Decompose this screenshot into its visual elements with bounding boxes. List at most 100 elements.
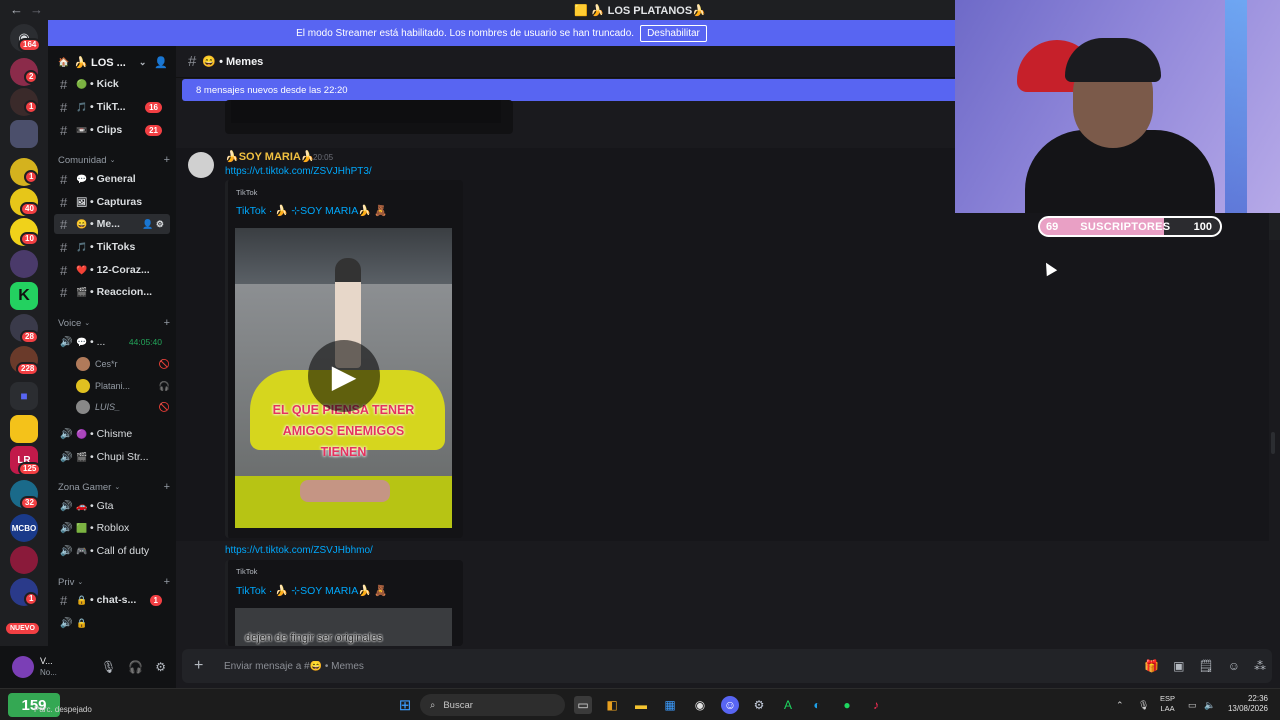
edge-icon[interactable]: ◐: [808, 696, 826, 714]
add-channel-icon[interactable]: +: [164, 317, 170, 329]
app-icon[interactable]: A: [779, 696, 797, 714]
server-icon[interactable]: [10, 546, 38, 574]
message-link[interactable]: https://vt.tiktok.com/ZSVJHbhmo/: [225, 545, 373, 556]
voice-user-name: Ces*r: [95, 359, 118, 369]
sticker-icon[interactable]: 🗒: [1199, 659, 1214, 673]
new-badge[interactable]: NUEVO: [6, 623, 39, 634]
voice-user[interactable]: LUIS_ 🚫: [76, 398, 170, 416]
gif-icon[interactable]: ▣: [1173, 659, 1184, 673]
voice-channel-cod[interactable]: 🔊 🎮 • Call of duty: [54, 541, 170, 561]
apps-icon[interactable]: ⁂: [1254, 659, 1266, 673]
category-priv[interactable]: Priv ⌄ +: [58, 576, 170, 588]
channel-label: • 12-Coraz...: [90, 264, 150, 276]
gear-icon[interactable]: ⚙: [155, 660, 166, 674]
microphone-icon[interactable]: 🎙: [101, 660, 116, 674]
file-explorer-icon[interactable]: ▬: [632, 696, 650, 714]
category-zona-gamer[interactable]: Zona Gamer ⌄ +: [58, 481, 170, 493]
emoji-icon[interactable]: ☺: [1228, 659, 1240, 673]
volume-icon[interactable]: 🔈: [1204, 700, 1215, 711]
message-author[interactable]: 🍌SOY MARIA🍌: [225, 150, 315, 163]
channel-corazones[interactable]: # ❤️ • 12-Coraz...: [54, 260, 170, 280]
add-channel-icon[interactable]: +: [164, 154, 170, 166]
hash-icon: #: [60, 122, 68, 138]
back-arrow-icon[interactable]: ←: [10, 2, 23, 17]
user-info[interactable]: V... No...: [40, 656, 57, 678]
hash-icon: #: [60, 76, 68, 92]
disable-streamer-button[interactable]: Deshabilitar: [640, 24, 707, 42]
sub-label: SUSCRIPTORES: [1080, 220, 1171, 233]
taskbar-search[interactable]: ⌕ Buscar: [420, 694, 565, 716]
headphones-icon[interactable]: 🎧: [128, 660, 143, 674]
discord-icon[interactable]: ☺: [721, 696, 739, 714]
channel-general[interactable]: # 💬 • General: [54, 169, 170, 189]
channel-capturas[interactable]: # 🖼 • Capturas: [54, 192, 170, 212]
widgets-icon[interactable]: ◧: [603, 696, 621, 714]
voice-channel-priv[interactable]: 🔊 🔒: [54, 613, 170, 633]
tiktok-icon[interactable]: ♪: [867, 696, 885, 714]
category-comunidad[interactable]: Comunidad ⌄ +: [58, 154, 170, 166]
new-messages-bar[interactable]: 8 mensajes nuevos desde las 22:20: [182, 79, 955, 101]
microphone-icon[interactable]: 🎙: [1138, 700, 1149, 711]
avatar[interactable]: [188, 152, 214, 178]
embed-title[interactable]: TikTok · 🍌 ⊹SOY MARIA🍌 🧸: [236, 204, 387, 217]
language-indicator[interactable]: ESP LAA: [1160, 694, 1175, 714]
embed-video[interactable]: dejen de fingir ser originales: [235, 608, 452, 646]
channel-settings-icon[interactable]: 👤 ⚙: [142, 219, 164, 230]
avatar[interactable]: [12, 656, 34, 678]
windows-start-icon[interactable]: ⊞: [396, 696, 414, 714]
server-icon[interactable]: [10, 250, 38, 278]
voice-channel-chupi[interactable]: 🔊 🎬 • Chupi Str...: [54, 447, 170, 467]
server-icon[interactable]: MCBO: [10, 514, 38, 542]
server-icon[interactable]: [10, 120, 38, 148]
forward-arrow-icon[interactable]: →: [30, 2, 43, 17]
category-voice[interactable]: Voice ⌄ +: [58, 317, 170, 329]
gift-icon[interactable]: 🎁: [1144, 659, 1159, 673]
muted-icon: 🚫: [158, 358, 170, 369]
clock-date: 13/08/2026: [1227, 704, 1268, 713]
channel-label: • Roblox: [90, 522, 130, 534]
embed-video[interactable]: EL QUE PIENSA TENER AMIGOS ENEMIGOS TIEN…: [235, 228, 452, 528]
task-view-icon[interactable]: ▭: [574, 696, 592, 714]
steam-icon[interactable]: ⚙: [750, 696, 768, 714]
voice-channel-gta[interactable]: 🔊 🚗 • Gta: [54, 496, 170, 516]
voice-user[interactable]: Ces*r 🚫: [76, 355, 170, 373]
channel-tiktoks[interactable]: # 🎵 • TikToks: [54, 237, 170, 257]
kick-server-icon[interactable]: K: [10, 282, 38, 310]
scrollbar-thumb[interactable]: [1271, 432, 1275, 454]
play-icon[interactable]: ▶: [308, 340, 380, 412]
channel-label: • Chisme: [90, 428, 133, 440]
channel-kick[interactable]: # 🟢 • Kick: [54, 74, 170, 94]
voice-channel-roblox[interactable]: 🔊 🟩 • Roblox: [54, 518, 170, 538]
voice-channel-active[interactable]: 🔊 💬 • ... 44:05:40: [54, 332, 170, 352]
voice-user[interactable]: Platani... 🎧: [76, 377, 170, 395]
message-input[interactable]: [224, 660, 924, 672]
monitor-icon[interactable]: ▭: [1188, 700, 1197, 711]
weather-text: Parc. despejado: [34, 705, 92, 714]
channel-chat-s[interactable]: # 🔒 • chat-s... 1: [54, 590, 170, 610]
channel-label: • Capturas: [90, 196, 143, 208]
muted-icon: 🚫: [158, 401, 170, 412]
channel-reacciones[interactable]: # 🎬 • Reaccion...: [54, 282, 170, 302]
window-title: 🟨 🍌 LOS PLATANOS🍌: [574, 4, 706, 17]
channel-label: • TikT...: [90, 101, 126, 113]
store-icon[interactable]: ▦: [661, 696, 679, 714]
add-channel-icon[interactable]: +: [164, 481, 170, 493]
voice-channel-chisme[interactable]: 🔊 🟣 • Chisme: [54, 424, 170, 444]
clock[interactable]: 22:36 13/08/2026: [1222, 694, 1268, 714]
message-link[interactable]: https://vt.tiktok.com/ZSVJHhPT3/: [225, 166, 372, 177]
channel-memes[interactable]: # 😄 • Me... 👤 ⚙: [54, 214, 170, 234]
channel-clips[interactable]: # 📼 • Clips 21: [54, 120, 170, 140]
server-icon[interactable]: [10, 415, 38, 443]
add-member-icon[interactable]: 👤: [154, 56, 168, 69]
chrome-icon[interactable]: ◉: [691, 696, 709, 714]
chevron-up-icon[interactable]: ⌃: [1116, 700, 1124, 711]
embed-image[interactable]: [231, 100, 501, 123]
embed-title[interactable]: TikTok · 🍌 ⊹SOY MARIA🍌 🧸: [236, 584, 387, 597]
spotify-icon[interactable]: ●: [838, 696, 856, 714]
add-attachment-icon[interactable]: +: [194, 657, 224, 675]
folder-icon[interactable]: ■: [10, 382, 38, 410]
embed-provider: TikTok: [236, 567, 258, 576]
add-channel-icon[interactable]: +: [164, 576, 170, 588]
rail-badge: 32: [20, 496, 39, 510]
channel-tiktok[interactable]: # 🎵 • TikT... 16: [54, 97, 170, 117]
